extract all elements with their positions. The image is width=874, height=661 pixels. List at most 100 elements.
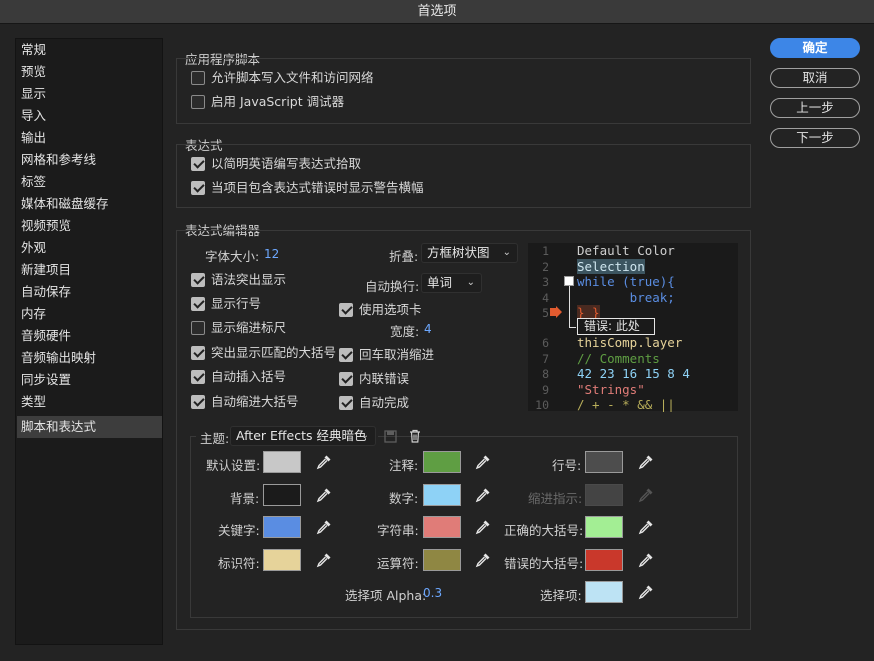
match-brackets-label: 突出显示匹配的大括号 (211, 345, 337, 360)
inline-error-tooltip: 错误: 此处 (577, 318, 655, 335)
eyedropper-icon[interactable] (314, 485, 334, 505)
autocomplete-box[interactable] (339, 396, 353, 410)
indent-guides-box[interactable] (191, 321, 205, 335)
use-tabs-label: 使用选项卡 (359, 302, 422, 317)
fold-line (569, 286, 570, 328)
next-button[interactable]: 下一步 (770, 128, 860, 148)
eyedropper-icon[interactable] (314, 550, 334, 570)
theme-dropdown[interactable]: After Effects 经典暗色 ⌄ (230, 426, 376, 446)
auto-brackets-label: 自动插入括号 (211, 369, 287, 384)
auto-brackets-box[interactable] (191, 370, 205, 384)
eyedropper-icon[interactable] (473, 485, 493, 505)
line-numbers-label: 显示行号 (211, 296, 262, 311)
wrong-brace-color-swatch[interactable] (585, 549, 623, 571)
eyedropper-icon[interactable] (473, 550, 493, 570)
sidebar-item-labels[interactable]: 标签 (17, 171, 162, 193)
previous-button[interactable]: 上一步 (770, 98, 860, 118)
sidebar-item-output[interactable]: 输出 (17, 127, 162, 149)
correct-brace-color-swatch[interactable] (585, 516, 623, 538)
warning-banner-box[interactable] (191, 181, 205, 195)
autocomplete-label: 自动完成 (359, 395, 410, 410)
sidebar-item-general[interactable]: 常规 (17, 39, 162, 61)
theme-value: After Effects 经典暗色 (236, 428, 367, 443)
window-title: 首选项 (0, 0, 874, 24)
auto-indent-box[interactable] (191, 395, 205, 409)
enter-cancel-box[interactable] (339, 348, 353, 362)
code-line: Default Color (577, 243, 675, 258)
error-arrow-icon (550, 306, 562, 318)
sidebar-item-sync-settings[interactable]: 同步设置 (17, 369, 162, 391)
fold-marker-icon[interactable] (564, 276, 574, 286)
code-line: Selection (577, 259, 645, 274)
sidebar: 常规 预览 显示 导入 输出 网格和参考线 标签 媒体和磁盘缓存 视频预览 外观… (15, 38, 163, 645)
sidebar-item-previews[interactable]: 预览 (17, 61, 162, 83)
sidebar-item-audio-hardware[interactable]: 音频硬件 (17, 325, 162, 347)
cancel-button[interactable]: 取消 (770, 68, 860, 88)
string-color-label: 字符串: (377, 523, 419, 538)
eyedropper-icon[interactable] (314, 452, 334, 472)
eyedropper-icon[interactable] (636, 517, 656, 537)
line-number-color-swatch[interactable] (585, 451, 623, 473)
selection-color-swatch[interactable] (585, 581, 623, 603)
eyedropper-icon[interactable] (314, 517, 334, 537)
sidebar-item-type[interactable]: 类型 (17, 391, 162, 413)
enable-debugger-box[interactable] (191, 95, 205, 109)
auto-indent-label: 自动缩进大括号 (211, 394, 299, 409)
ok-button[interactable]: 确定 (770, 38, 860, 58)
string-color-swatch[interactable] (423, 516, 461, 538)
use-tabs-box[interactable] (339, 303, 353, 317)
inline-errors-label: 内联错误 (359, 371, 410, 386)
default-color-swatch[interactable] (263, 451, 301, 473)
sidebar-item-media-cache[interactable]: 媒体和磁盘缓存 (17, 193, 162, 215)
sidebar-item-memory[interactable]: 内存 (17, 303, 162, 325)
sidebar-item-grids-guides[interactable]: 网格和参考线 (17, 149, 162, 171)
wrap-label: 自动换行: (365, 279, 420, 294)
sidebar-item-new-project[interactable]: 新建项目 (17, 259, 162, 281)
save-theme-icon[interactable] (384, 430, 397, 443)
sidebar-item-appearance[interactable]: 外观 (17, 237, 162, 259)
background-color-swatch[interactable] (263, 484, 301, 506)
warning-banner-label: 当项目包含表达式错误时显示警告横幅 (211, 180, 424, 195)
line-number: 3 (542, 275, 549, 289)
eyedropper-icon[interactable] (636, 452, 656, 472)
width-value[interactable]: 4 (424, 322, 432, 336)
operator-color-swatch[interactable] (423, 549, 461, 571)
chevron-down-icon: ⌄ (466, 277, 475, 288)
theme-label: 主题: (200, 431, 230, 446)
eyedropper-icon[interactable] (636, 550, 656, 570)
indent-guides-label: 显示缩进标尺 (211, 320, 287, 335)
line-numbers-box[interactable] (191, 297, 205, 311)
sidebar-item-display[interactable]: 显示 (17, 83, 162, 105)
selection-alpha-value[interactable]: 0.3 (423, 586, 442, 600)
line-number: 9 (542, 383, 549, 397)
inline-errors-box[interactable] (339, 372, 353, 386)
wrong-brace-color-label: 错误的大括号: (504, 556, 584, 571)
sidebar-item-audio-output-mapping[interactable]: 音频输出映射 (17, 347, 162, 369)
syntax-highlight-box[interactable] (191, 273, 205, 287)
sidebar-item-video-preview[interactable]: 视频预览 (17, 215, 162, 237)
fold-dropdown[interactable]: 方框树状图 ⌄ (421, 243, 518, 263)
font-size-value[interactable]: 12 (264, 247, 279, 261)
line-number: 10 (535, 398, 549, 412)
correct-brace-color-label: 正确的大括号: (504, 523, 584, 538)
sidebar-item-auto-save[interactable]: 自动保存 (17, 281, 162, 303)
match-brackets-box[interactable] (191, 346, 205, 360)
line-number: 5 (542, 306, 549, 320)
sidebar-item-import[interactable]: 导入 (17, 105, 162, 127)
allow-write-label: 允许脚本写入文件和访问网络 (211, 70, 374, 85)
number-color-swatch[interactable] (423, 484, 461, 506)
background-color-label: 背景: (230, 491, 260, 506)
selection-alpha-label: 选择项 Alpha: (345, 588, 427, 603)
identifier-color-swatch[interactable] (263, 549, 301, 571)
allow-write-box[interactable] (191, 71, 205, 85)
eyedropper-icon[interactable] (473, 517, 493, 537)
plain-english-box[interactable] (191, 157, 205, 171)
code-line: / + - * && || (577, 397, 675, 412)
eyedropper-icon[interactable] (636, 582, 656, 602)
comment-color-swatch[interactable] (423, 451, 461, 473)
sidebar-item-scripting-expressions[interactable]: 脚本和表达式 (17, 416, 162, 438)
eyedropper-icon[interactable] (473, 452, 493, 472)
trash-icon[interactable] (408, 429, 422, 443)
keyword-color-swatch[interactable] (263, 516, 301, 538)
wrap-dropdown[interactable]: 单词 ⌄ (421, 273, 482, 293)
